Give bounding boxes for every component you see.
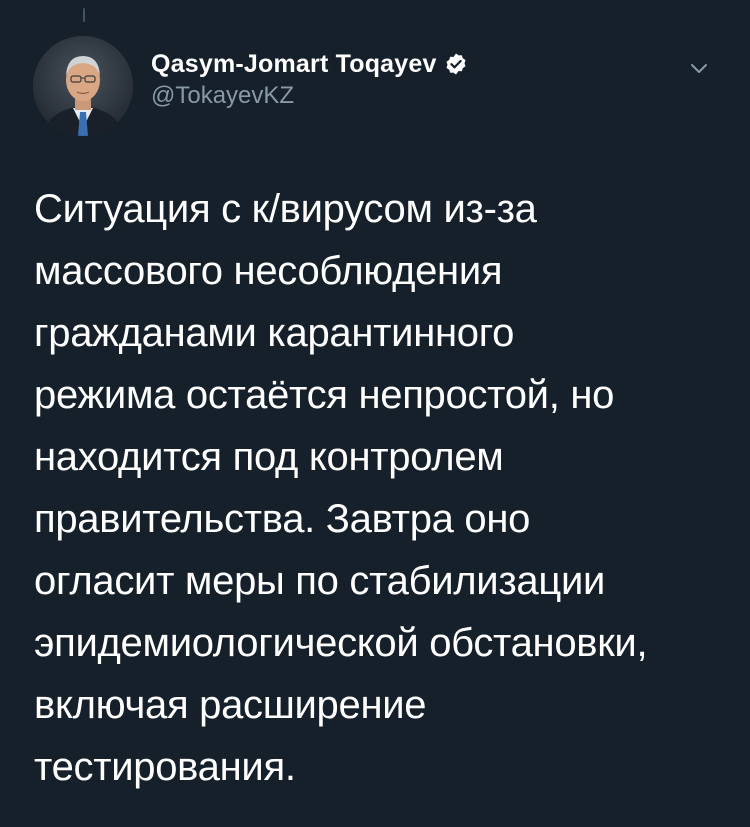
- tweet-body-text: Ситуация с к/вирусом из-за массового нес…: [34, 187, 648, 789]
- thread-connector-line: [83, 8, 85, 22]
- tweet-header: Qasym-Jomart Toqayev @TokayevKZ: [33, 36, 720, 136]
- avatar[interactable]: [33, 36, 133, 136]
- author-handle[interactable]: @TokayevKZ: [151, 82, 468, 110]
- author-name-row: Qasym-Jomart Toqayev: [151, 48, 468, 80]
- profile-photo-icon: [33, 36, 133, 136]
- chevron-down-icon[interactable]: [684, 54, 714, 84]
- verified-badge-icon: [444, 52, 468, 76]
- display-name[interactable]: Qasym-Jomart Toqayev: [151, 50, 437, 79]
- author-info: Qasym-Jomart Toqayev @TokayevKZ: [151, 48, 468, 110]
